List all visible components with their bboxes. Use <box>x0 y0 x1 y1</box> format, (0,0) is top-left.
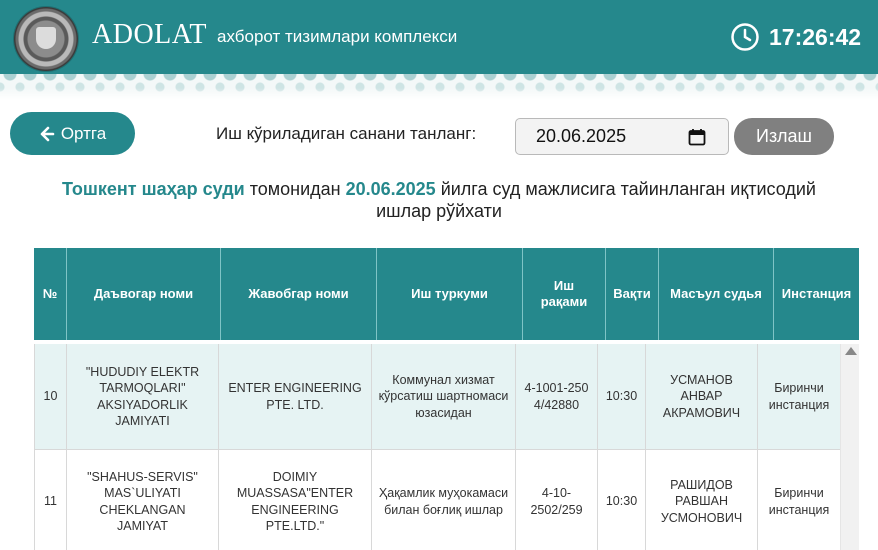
cell-number: 11 <box>34 450 67 550</box>
brand-logo-text: ADOLAT <box>92 19 207 50</box>
brand: ADOLAT ахборот тизимлари комплекси <box>92 18 457 52</box>
heading-rest: йилга суд мажлисига тайинланган иқтисоди… <box>376 179 816 221</box>
app-header: ADOLAT ахборот тизимлари комплекси 17:26… <box>0 0 878 74</box>
heading-connector: томонидан <box>244 179 346 199</box>
table-row[interactable]: 11 "SHAHUS-SERVIS" MAS`ULIYATI CHEKLANGA… <box>34 450 840 550</box>
cell-defendant: DOIMIY MUASSASA"ENTER ENGINEERING PTE.LT… <box>219 450 372 550</box>
col-header-judge: Масъул судья <box>659 248 774 340</box>
heading-date: 20.06.2025 <box>345 179 436 199</box>
col-header-time: Вақти <box>606 248 659 340</box>
scroll-up-arrow-icon[interactable] <box>845 347 857 355</box>
cell-category: Ҳақамлик муҳокамаси билан боғлиқ ишлар <box>372 450 516 550</box>
cell-judge: РАШИДОВ РАВШАН УСМОНОВИЧ <box>646 450 758 550</box>
date-picker-label: Иш кўриладиган санани танланг: <box>216 124 477 143</box>
brand-subtitle: ахборот тизимлари комплекси <box>217 27 458 46</box>
cell-plaintiff: "SHAHUS-SERVIS" MAS`ULIYATI CHEKLANGAN J… <box>67 450 219 550</box>
col-header-defendant: Жавобгар номи <box>221 248 377 340</box>
col-header-case-number: Иш рақами <box>523 248 606 340</box>
date-input[interactable]: 20.06.2025 <box>515 118 729 155</box>
cell-plaintiff: "HUDUDIY ELEKTR TARMOQLARI" AKSIYADORLIK… <box>67 344 219 449</box>
cell-number: 10 <box>34 344 67 449</box>
table-scrollbar[interactable] <box>840 344 859 550</box>
back-button[interactable]: Ортга <box>10 112 135 155</box>
cell-category: Коммунал хизмат кўрсатиш шартномаси юзас… <box>372 344 516 449</box>
cell-case-number: 4-10-2502/259 <box>516 450 598 550</box>
cell-judge: УСМАНОВ АНВАР АКРАМОВИЧ <box>646 344 758 449</box>
arrow-left-icon <box>40 126 55 141</box>
col-header-instance: Инстанция <box>781 286 852 301</box>
cell-instance: Биринчи инстанция <box>768 381 830 412</box>
list-heading: Тошкент шаҳар суди томонидан 20.06.2025 … <box>40 178 838 222</box>
current-time: 17:26:42 <box>769 24 862 50</box>
table-header: № Даъвогар номи Жавобгар номи Иш туркуми… <box>34 248 859 340</box>
scrollbar-track[interactable] <box>844 360 856 544</box>
court-name: Тошкент шаҳар суди <box>62 179 245 199</box>
court-emblem-logo <box>14 7 78 71</box>
table-body: 10 "HUDUDIY ELEKTR TARMOQLARI" AKSIYADOR… <box>34 344 840 550</box>
col-header-plaintiff: Даъвогар номи <box>67 248 221 340</box>
search-button[interactable]: Излаш <box>734 118 834 155</box>
cell-time: 10:30 <box>598 450 646 550</box>
calendar-icon[interactable] <box>688 128 706 146</box>
cell-instance: Биринчи инстанция <box>768 486 830 517</box>
date-input-value: 20.06.2025 <box>536 126 627 146</box>
clock-icon <box>731 23 759 51</box>
col-header-category: Иш туркуми <box>377 248 523 340</box>
cell-case-number: 4-1001-2504/42880 <box>516 344 598 449</box>
cell-defendant: ENTER ENGINEERING PTE. LTD. <box>219 344 372 449</box>
back-button-label: Ортга <box>60 123 107 143</box>
col-header-number: № <box>34 248 67 340</box>
header-ornament <box>0 74 878 100</box>
cell-time: 10:30 <box>598 344 646 449</box>
table-row[interactable]: 10 "HUDUDIY ELEKTR TARMOQLARI" AKSIYADOR… <box>34 344 840 450</box>
